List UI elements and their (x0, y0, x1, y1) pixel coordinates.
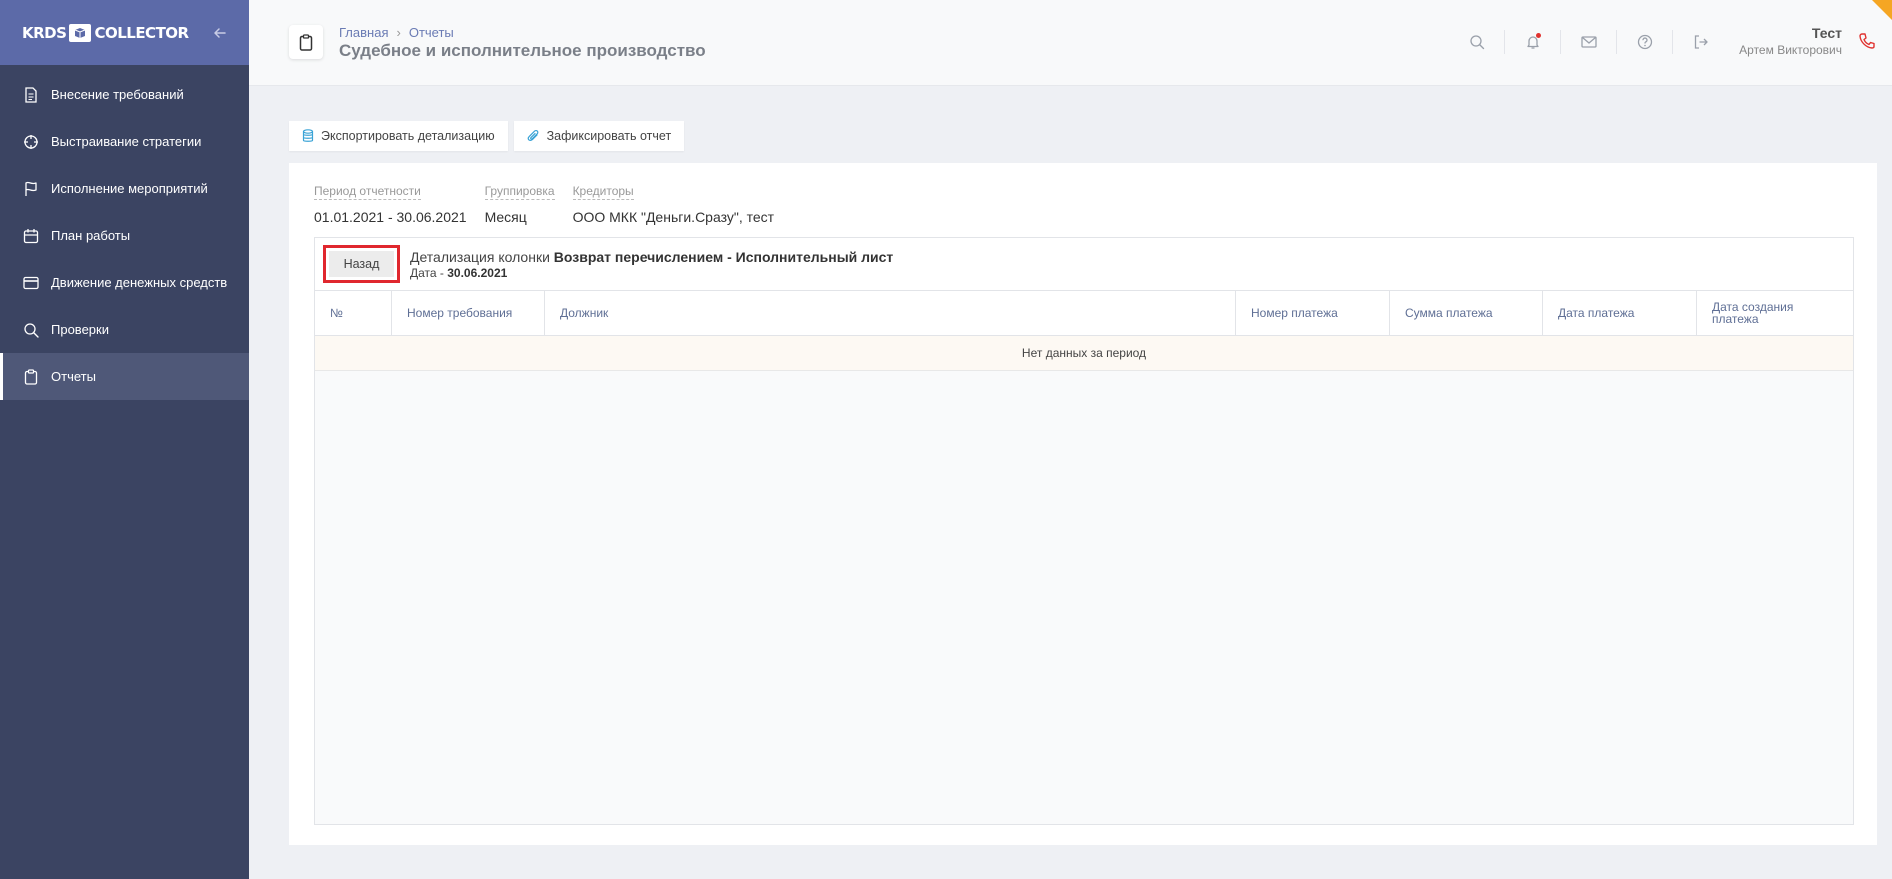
breadcrumb-reports[interactable]: Отчеты (409, 25, 454, 40)
column-header-number[interactable]: № (315, 291, 392, 335)
sidebar-item-reports[interactable]: Отчеты (0, 353, 249, 400)
credit-card-icon (23, 275, 39, 291)
sidebar-item-label: Проверки (51, 322, 109, 337)
column-header-payment-created[interactable]: Дата создания платежа (1697, 291, 1853, 335)
flag-icon (23, 181, 39, 197)
sidebar-item-label: Выстраивание стратегии (51, 134, 202, 149)
sidebar-item-cash-flow[interactable]: Движение денежных средств (0, 259, 249, 306)
column-header-payment-number[interactable]: Номер платежа (1236, 291, 1390, 335)
detail-panel: Назад Детализация колонки Возврат перечи… (314, 237, 1854, 825)
filter-creditors-label[interactable]: Кредиторы (572, 184, 634, 200)
empty-table-message: Нет данных за период (315, 336, 1853, 371)
clipboard-icon (23, 368, 39, 385)
report-filters: Период отчетности 01.01.2021 - 30.06.202… (314, 182, 792, 225)
crosshair-icon (23, 134, 39, 150)
column-header-debtor[interactable]: Должник (545, 291, 1236, 335)
sidebar-item-requirements[interactable]: Внесение требований (0, 71, 249, 118)
logo-text-left: KRDS (22, 23, 67, 42)
breadcrumb-home[interactable]: Главная (339, 25, 388, 40)
sidebar-item-strategy[interactable]: Выстраивание стратегии (0, 118, 249, 165)
detail-date-prefix: Дата - (410, 266, 444, 280)
export-detail-button[interactable]: Экспортировать детализацию (289, 121, 508, 151)
logo-text-right: COLLECTOR (94, 23, 189, 42)
filter-creditors: Кредиторы ООО МКК "Деньги.Сразу", тест (572, 182, 775, 225)
sidebar-item-work-plan[interactable]: План работы (0, 212, 249, 259)
back-button-label: Назад (329, 251, 394, 277)
breadcrumb: Главная › Отчеты (339, 25, 454, 40)
logo-cube-icon (69, 23, 92, 42)
sidebar-item-checks[interactable]: Проверки (0, 306, 249, 353)
bell-icon[interactable] (1505, 30, 1561, 54)
notification-dot (1536, 33, 1541, 38)
phone-icon[interactable] (1858, 32, 1876, 55)
detail-date-value: 30.06.2021 (447, 266, 508, 280)
sidebar-item-label: Исполнение мероприятий (51, 181, 208, 196)
column-header-requirement[interactable]: Номер требования (392, 291, 545, 335)
header-actions (1449, 30, 1729, 54)
page-title: Судебное и исполнительное производство (339, 41, 706, 60)
column-header-payment-amount[interactable]: Сумма платежа (1390, 291, 1543, 335)
help-icon[interactable] (1617, 30, 1673, 54)
filter-period-label[interactable]: Период отчетности (314, 184, 421, 200)
sidebar: KRDS COLLECTOR Внесение требований Выстр… (0, 0, 249, 879)
filter-period-value: 01.01.2021 - 30.06.2021 (314, 209, 467, 225)
detail-column-name: Возврат перечислением - Исполнительный л… (553, 249, 894, 265)
sidebar-item-label: План работы (51, 228, 131, 243)
report-card: Период отчетности 01.01.2021 - 30.06.202… (289, 163, 1877, 845)
logout-icon[interactable] (1673, 30, 1729, 54)
mail-icon[interactable] (1561, 30, 1617, 54)
sidebar-nav: Внесение требований Выстраивание стратег… (0, 71, 249, 400)
top-bar: Главная › Отчеты Судебное и исполнительн… (249, 0, 1892, 86)
search-icon (23, 322, 39, 338)
export-detail-label: Экспортировать детализацию (321, 129, 495, 143)
filter-grouping: Группировка Месяц (484, 182, 555, 225)
sidebar-item-label: Отчеты (51, 369, 96, 384)
filter-creditors-value: ООО МКК "Деньги.Сразу", тест (572, 209, 775, 225)
column-header-payment-date[interactable]: Дата платежа (1543, 291, 1697, 335)
sidebar-item-label: Движение денежных средств (51, 275, 228, 290)
clipboard-icon (289, 25, 323, 59)
paperclip-icon (527, 129, 539, 142)
user-name: Тест (1811, 25, 1842, 41)
filter-period: Период отчетности 01.01.2021 - 30.06.202… (314, 182, 467, 225)
database-icon (302, 129, 314, 142)
detail-header: Назад Детализация колонки Возврат перечи… (315, 238, 1853, 291)
filter-grouping-value: Месяц (484, 209, 527, 225)
corner-ribbon (1872, 0, 1892, 20)
detail-prefix: Детализация колонки (410, 249, 550, 265)
sidebar-item-activities[interactable]: Исполнение мероприятий (0, 165, 249, 212)
search-icon[interactable] (1449, 30, 1505, 54)
report-toolbar: Экспортировать детализацию Зафиксировать… (289, 121, 690, 151)
breadcrumb-separator-icon: › (396, 25, 401, 40)
sidebar-header: KRDS COLLECTOR (0, 0, 249, 65)
filter-grouping-label[interactable]: Группировка (484, 184, 555, 200)
user-info[interactable]: Тест Артем Викторович (1739, 25, 1842, 57)
fix-report-button[interactable]: Зафиксировать отчет (513, 121, 685, 151)
sidebar-item-label: Внесение требований (51, 87, 184, 102)
document-icon (23, 86, 39, 103)
user-fullname: Артем Викторович (1739, 43, 1842, 57)
back-button[interactable]: Назад (323, 245, 400, 283)
logo[interactable]: KRDS COLLECTOR (22, 23, 189, 42)
table-header: № Номер требования Должник Номер платежа… (315, 291, 1853, 336)
collapse-sidebar-icon[interactable] (213, 26, 227, 40)
fix-report-label: Зафиксировать отчет (546, 129, 672, 143)
calendar-icon (23, 228, 39, 244)
detail-description: Детализация колонки Возврат перечисление… (410, 249, 893, 281)
